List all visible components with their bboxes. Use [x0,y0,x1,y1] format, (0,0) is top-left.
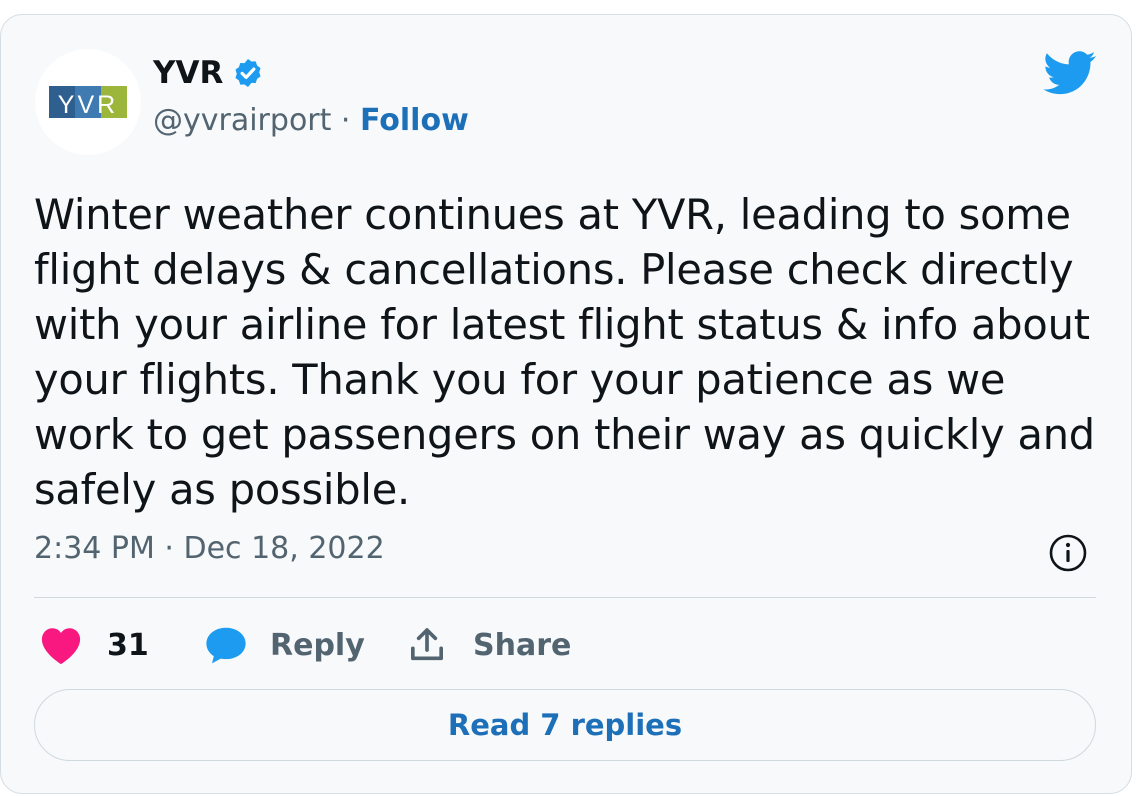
heart-icon [39,625,83,665]
handle[interactable]: @yvrairport [153,103,331,138]
yvr-logo: YVR [49,86,127,119]
share-button[interactable]: Share [407,615,571,675]
separator-dot: · [331,103,360,138]
speech-bubble-icon [204,625,248,665]
like-count: 31 [107,627,149,663]
divider [34,597,1096,598]
verified-badge-icon [232,57,264,89]
share-label: Share [473,627,572,663]
read-replies-button[interactable]: Read 7 replies [34,689,1096,761]
tweet-text: Winter weather continues at YVR, leading… [34,190,1095,514]
share-upload-icon [407,625,447,665]
info-icon[interactable] [1048,533,1088,577]
action-bar: 31 Reply Share [1,615,1131,675]
like-button[interactable]: 31 [39,615,149,675]
twitter-bird-icon[interactable] [1043,51,1097,99]
tweet-card: YVR YVR @yvrairport · Follow Winter weat… [0,14,1132,794]
avatar[interactable]: YVR [35,49,141,155]
reply-button[interactable]: Reply [204,615,365,675]
reply-label: Reply [270,627,365,663]
display-name[interactable]: YVR [153,55,264,91]
svg-text:YVR: YVR [58,91,118,119]
timestamp[interactable]: 2:34 PM · Dec 18, 2022 [34,531,385,566]
follow-button[interactable]: Follow [360,103,469,138]
handle-row: @yvrairport · Follow [153,103,469,138]
display-name-text[interactable]: YVR [153,55,223,91]
